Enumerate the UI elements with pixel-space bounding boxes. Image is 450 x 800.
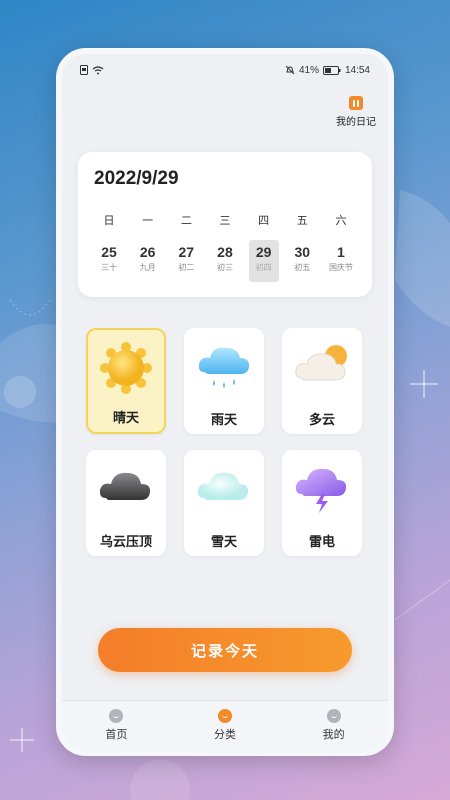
weekday: 一 <box>142 215 154 227</box>
rain-cloud-icon <box>198 347 250 388</box>
calendar-day-selected[interactable]: 29 初四 <box>248 240 279 282</box>
lunar-date: 初四 <box>255 263 272 272</box>
category-icon <box>217 709 232 723</box>
tab-label: 首页 <box>105 729 128 741</box>
thunder-cloud-icon <box>295 468 347 513</box>
status-right: 41% 14:54 <box>285 65 370 76</box>
day-number: 1 <box>337 244 345 260</box>
calendar-day[interactable]: 27 初二 <box>171 240 201 282</box>
weekday: 三 <box>219 215 231 227</box>
weather-tile-snowy[interactable]: 雪天 <box>184 450 264 556</box>
weekday: 日 <box>103 215 115 227</box>
status-left <box>80 65 104 75</box>
weather-label: 雷电 <box>308 534 335 549</box>
calendar-days: 25 三十 26 九月 27 初二 28 初三 29 初四 30 初五 1 国庆节 <box>94 240 356 282</box>
tab-profile[interactable]: 我的 <box>294 709 374 742</box>
tab-label: 我的 <box>322 729 345 741</box>
home-icon <box>109 709 124 723</box>
phone-frame: 41% 14:54 我的日记 2022/9/29 日 一 二 三 四 五 六 2… <box>56 48 394 756</box>
mute-icon <box>285 65 295 75</box>
status-bar: 41% 14:54 <box>80 62 370 78</box>
weekday: 六 <box>335 215 347 227</box>
calendar-day[interactable]: 25 三十 <box>94 240 124 282</box>
weather-label: 雨天 <box>210 412 237 427</box>
day-number: 29 <box>255 244 272 260</box>
calendar-day[interactable]: 30 初五 <box>287 240 317 282</box>
weather-label: 雪天 <box>210 534 237 549</box>
record-today-button[interactable]: 记录今天 <box>98 628 352 672</box>
lunar-date: 初三 <box>216 263 233 272</box>
weekday: 四 <box>258 215 270 227</box>
bottom-tab-bar: 首页 分类 我的 <box>62 700 388 750</box>
calendar-day[interactable]: 28 初三 <box>210 240 240 282</box>
pause-icon <box>349 96 363 110</box>
weather-tile-sunny[interactable]: 晴天 <box>86 328 166 434</box>
clock: 14:54 <box>344 64 370 76</box>
weather-label: 乌云压顶 <box>99 534 152 549</box>
snow-cloud-icon <box>197 472 249 500</box>
battery-percent: 41% <box>298 64 319 76</box>
weather-label: 多云 <box>308 412 335 427</box>
lunar-date: 国庆节 <box>328 263 353 272</box>
day-number: 27 <box>178 244 195 260</box>
cloudy-icon <box>295 345 347 381</box>
tab-home[interactable]: 首页 <box>76 709 156 742</box>
calendar-day[interactable]: 26 九月 <box>133 240 163 282</box>
lunar-date: 初五 <box>294 263 311 272</box>
weekday: 五 <box>296 215 308 227</box>
weekday: 二 <box>180 215 192 227</box>
my-diary-label: 我的日记 <box>336 117 376 128</box>
tab-label: 分类 <box>213 729 236 741</box>
calendar-day[interactable]: 1 国庆节 <box>326 240 356 282</box>
sim-icon <box>80 65 88 75</box>
tab-category[interactable]: 分类 <box>185 709 265 742</box>
day-number: 25 <box>101 244 117 260</box>
calendar-date: 2022/9/29 <box>94 168 179 189</box>
day-number: 30 <box>294 244 311 260</box>
battery-icon <box>322 65 341 75</box>
lunar-date: 三十 <box>101 263 117 272</box>
profile-icon <box>326 709 341 723</box>
sun-icon <box>100 342 152 394</box>
calendar-weekdays: 日 一 二 三 四 五 六 <box>94 212 356 228</box>
wifi-icon <box>92 65 104 74</box>
my-diary-button[interactable]: 我的日记 <box>332 96 380 128</box>
dark-cloud-icon <box>99 472 151 500</box>
lunar-date: 初二 <box>178 263 195 272</box>
weather-tile-dark-clouds[interactable]: 乌云压顶 <box>86 450 166 556</box>
weather-tile-thunder[interactable]: 雷电 <box>282 450 362 556</box>
weather-tile-rainy[interactable]: 雨天 <box>184 328 264 434</box>
lunar-date: 九月 <box>139 263 156 272</box>
day-number: 26 <box>139 244 156 260</box>
day-number: 28 <box>217 244 233 260</box>
weather-tile-cloudy[interactable]: 多云 <box>282 328 362 434</box>
calendar-card: 2022/9/29 日 一 二 三 四 五 六 25 三十 26 九月 27 初二 2… <box>78 152 372 297</box>
weather-label: 晴天 <box>112 410 139 425</box>
